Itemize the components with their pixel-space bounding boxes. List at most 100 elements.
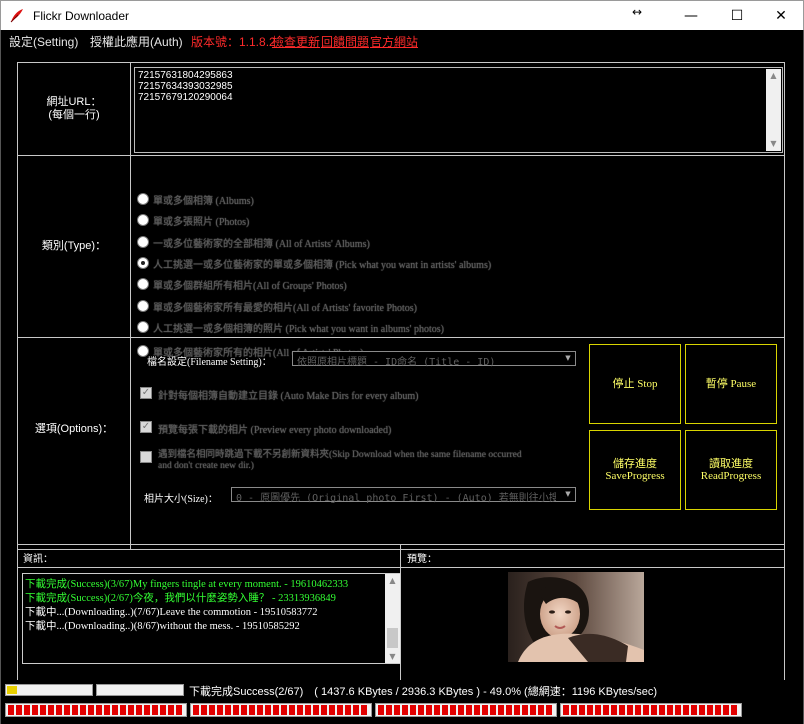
type-option[interactable]: 單或多個藝術家所有最愛的相片(All of Artists' favorite … — [137, 298, 417, 314]
menu-auth[interactable]: 授權此應用(Auth) — [90, 33, 183, 50]
save-progress-line1: 儲存進度 — [613, 458, 657, 470]
maximize-button[interactable]: ☐ — [714, 1, 760, 31]
preview-panel-label: 預覽： — [407, 554, 437, 565]
read-progress-button[interactable]: 讀取進度 ReadProgress — [685, 430, 777, 510]
preview-label: 預覽每張下載的相片 (Preview every photo downloade… — [158, 425, 392, 436]
preview-option[interactable]: ✓ 預覽每張下載的相片 (Preview every photo downloa… — [140, 421, 391, 436]
feedback-link[interactable]: 回饋問題 — [321, 33, 369, 50]
photo-size-select[interactable]: 0 - 原圖優先 (Original photo First) - (Auto)… — [231, 487, 576, 504]
close-button[interactable]: ✕ — [758, 1, 804, 31]
filename-setting-label: 檔名設定(Filename Setting)： — [147, 357, 272, 368]
scrollbar-thumb[interactable] — [768, 83, 779, 137]
save-progress-button[interactable]: 儲存進度 SaveProgress — [589, 430, 681, 510]
chevron-down-icon[interactable]: ▼ — [561, 352, 575, 365]
status-text: 下載完成Success(2/67) ( 1437.6 KBytes / 2936… — [189, 686, 658, 698]
thread-progress-segment — [361, 705, 367, 715]
log-scrollbar[interactable]: ▲ ▼ — [385, 574, 400, 663]
thread-progress-segment — [530, 705, 536, 715]
type-option[interactable]: 單或多個群組所有相片(All of Groups' Photos) — [137, 276, 347, 292]
minimize-button[interactable]: — — [668, 1, 714, 31]
website-link[interactable]: 官方網站 — [370, 33, 418, 50]
type-radio[interactable] — [137, 236, 149, 248]
url-textarea[interactable]: 72157631804295863 72157634393032985 7215… — [134, 67, 783, 153]
url-label-line1: 網址URL： — [46, 96, 102, 108]
type-radio[interactable] — [137, 321, 149, 333]
thread-progress-segment — [257, 705, 263, 715]
chevron-down-icon[interactable]: ▼ — [561, 488, 575, 501]
type-radio[interactable] — [137, 193, 149, 205]
overall-progress-fill — [7, 686, 17, 694]
thread-progress-segment — [144, 705, 150, 715]
type-label: 類別(Type)： — [41, 240, 107, 252]
type-option[interactable]: 單或多個相簿 (Albums) — [137, 191, 254, 207]
thread-progress-segment — [225, 705, 231, 715]
thread-progress-segment — [16, 705, 22, 715]
type-radio[interactable] — [137, 300, 149, 312]
url-textarea-value[interactable]: 72157631804295863 72157634393032985 7215… — [138, 70, 233, 103]
scroll-up-arrow-icon[interactable]: ▲ — [766, 69, 781, 83]
type-option[interactable]: 單或多張照片 (Photos) — [137, 212, 249, 228]
app-feather-icon — [10, 9, 23, 23]
form-divider — [18, 155, 784, 156]
thread-progress-segment — [104, 705, 110, 715]
thread-progress-segment — [289, 705, 295, 715]
thread-progress-segment — [522, 705, 528, 715]
thread-progress-segment — [56, 705, 62, 715]
thread-progress-segment — [8, 705, 14, 715]
type-option[interactable]: 人工挑選一或多個相簿的照片 (Pick what you want in alb… — [137, 319, 444, 335]
thread-progress-segment — [305, 705, 311, 715]
type-radio[interactable] — [137, 257, 149, 269]
thread-progress-segment — [394, 705, 400, 715]
info-divider — [18, 567, 784, 568]
scroll-up-arrow-icon[interactable]: ▲ — [385, 574, 400, 587]
stop-button[interactable]: 停止 Stop — [589, 344, 681, 424]
thread-progress-segment — [418, 705, 424, 715]
thread-progress-segment — [313, 705, 319, 715]
thread-progress-segment — [24, 705, 30, 715]
thread-progress-segment — [273, 705, 279, 715]
check-update-link[interactable]: 檢查更新 — [272, 33, 320, 50]
pause-button[interactable]: 暫停 Pause — [685, 344, 777, 424]
thread-progress-segment — [281, 705, 287, 715]
auto-dir-option[interactable]: ✓ 針對每個相簿自動建立目錄 (Auto Make Dirs for every… — [140, 387, 419, 402]
thread-progress-segment — [587, 705, 593, 715]
thread-progress-bars — [1, 700, 803, 722]
skip-label-line2: and don't create new dir.) — [158, 461, 254, 471]
thread-progress-segment — [651, 705, 657, 715]
scrollbar-thumb[interactable] — [387, 628, 398, 648]
url-scrollbar[interactable]: ▲ ▼ — [766, 69, 781, 151]
thread-progress-segment — [731, 705, 737, 715]
preview-photo — [508, 572, 644, 662]
type-option[interactable]: 一或多位藝術家的全部相簿 (All of Artists' Albums) — [137, 234, 370, 250]
thread-progress-segment — [571, 705, 577, 715]
thread-progress-segment — [88, 705, 94, 715]
photo-size-label: 相片大小(Size)： — [144, 494, 218, 505]
scroll-down-arrow-icon[interactable]: ▼ — [766, 137, 781, 151]
type-option-label: 單或多個群組所有相片(All of Groups' Photos) — [153, 280, 347, 292]
thread-progress-segment — [659, 705, 665, 715]
read-progress-line2: ReadProgress — [700, 470, 762, 482]
auto-dir-label: 針對每個相簿自動建立目錄 (Auto Make Dirs for every a… — [158, 391, 419, 402]
thread-progress-segment — [410, 705, 416, 715]
thread-progress-segment — [611, 705, 617, 715]
thread-progress-segment — [201, 705, 207, 715]
skip-checkbox[interactable] — [140, 451, 152, 463]
thread-progress-segment — [490, 705, 496, 715]
filename-setting-select[interactable]: 依照原相片標題 - ID命名 (Title - ID) ▼ — [292, 351, 576, 368]
scroll-down-arrow-icon[interactable]: ▼ — [385, 650, 400, 663]
thread-progress-segment — [96, 705, 102, 715]
type-radio[interactable] — [137, 214, 149, 226]
auto-dir-checkbox[interactable]: ✓ — [140, 387, 152, 399]
type-radio[interactable] — [137, 278, 149, 290]
type-option[interactable]: 人工挑選一或多位藝術家的單或多個相簿 (Pick what you want i… — [137, 255, 491, 271]
thread-progress-segment — [297, 705, 303, 715]
preview-checkbox[interactable]: ✓ — [140, 421, 152, 433]
skip-option[interactable]: 遇到檔名相同時跳過下載不另創新資料夾(Skip Download when th… — [140, 450, 522, 472]
menu-settings[interactable]: 設定(Setting) — [9, 33, 78, 50]
thread-progress-segment — [514, 705, 520, 715]
thread-progress-bar — [5, 703, 187, 717]
main-window: 設定(Setting) 授權此應用(Auth) 版本號：1.1.8.2 檢查更新… — [0, 30, 804, 724]
skip-label: 遇到檔名相同時跳過下載不另創新資料夾(Skip Download when th… — [158, 450, 522, 472]
thread-progress-segment — [168, 705, 174, 715]
log-list[interactable]: 下載完成(Success)(3/67)My fingers tingle at … — [22, 573, 401, 664]
